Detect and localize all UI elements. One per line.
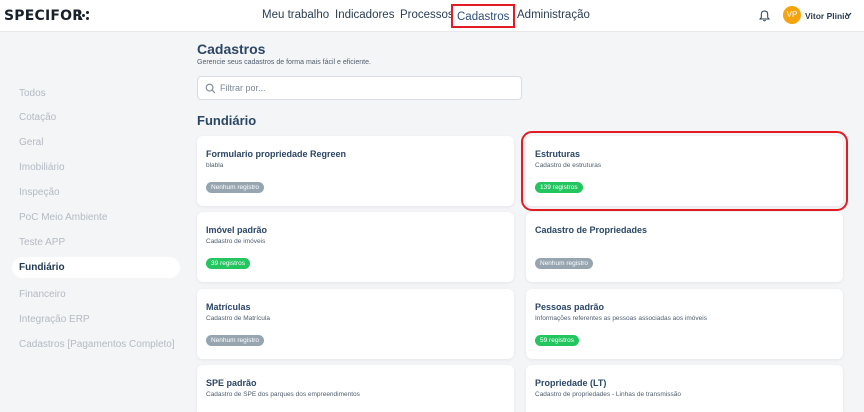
sidebar-item-financeiro[interactable]: Financeiro bbox=[12, 284, 180, 305]
card-propriedade-lt[interactable]: Propriedade (LT) Cadastro de propriedade… bbox=[526, 365, 843, 412]
card-description: blabla bbox=[206, 162, 224, 169]
sidebar-item-teste-app[interactable]: Teste APP bbox=[12, 232, 180, 253]
status-badge: Nenhum registro bbox=[206, 335, 265, 346]
card-title: Matrículas bbox=[206, 302, 251, 312]
card-pessoas-padrao[interactable]: Pessoas padrão Informações referentes as… bbox=[526, 289, 843, 359]
card-title: Propriedade (LT) bbox=[535, 378, 607, 388]
status-badge: Nenhum registro bbox=[206, 182, 265, 193]
nav-item-processos[interactable]: Processos bbox=[400, 9, 454, 21]
search-input[interactable] bbox=[220, 80, 510, 96]
card-description: Cadastro de Matrícula bbox=[206, 315, 270, 322]
status-badge: 59 registros bbox=[535, 335, 579, 346]
sidebar-item-imobiliario[interactable]: Imobiliário bbox=[12, 157, 180, 178]
logo-mark-icon bbox=[78, 11, 90, 20]
card-description: Cadastro de imóveis bbox=[206, 238, 266, 245]
card-description: Cadastro de propriedades - Linhas de tra… bbox=[535, 391, 681, 398]
card-matriculas[interactable]: Matrículas Cadastro de Matrícula Nenhum … bbox=[197, 289, 514, 359]
nav-item-indicadores[interactable]: Indicadores bbox=[335, 9, 394, 21]
card-description: Cadastro de estruturas bbox=[535, 162, 602, 169]
nav-item-meu-trabalho[interactable]: Meu trabalho bbox=[262, 9, 329, 21]
page-subtitle: Gerencie seus cadastros de forma mais fá… bbox=[197, 59, 371, 66]
user-name[interactable]: Vitor Plinio bbox=[805, 11, 850, 21]
status-badge: 139 registros bbox=[535, 182, 583, 193]
section-title: Fundiário bbox=[197, 113, 257, 128]
logo[interactable]: SPECIFOR bbox=[4, 8, 83, 24]
top-bar: SPECIFOR Meu trabalho Indicadores Proces… bbox=[0, 0, 864, 32]
page-title: Cadastros bbox=[197, 41, 266, 57]
avatar[interactable]: VP bbox=[783, 6, 801, 24]
status-badge: 39 registros bbox=[206, 258, 250, 269]
search-box[interactable] bbox=[197, 76, 522, 100]
nav-item-administracao[interactable]: Administração bbox=[517, 9, 590, 21]
search-icon bbox=[205, 83, 216, 94]
card-title: Pessoas padrão bbox=[535, 302, 605, 312]
card-title: Formulario propriedade Regreen bbox=[206, 149, 347, 159]
card-imovel-padrao[interactable]: Imóvel padrão Cadastro de imóveis 39 reg… bbox=[197, 212, 514, 282]
sidebar-item-todos[interactable]: Todos bbox=[12, 83, 180, 104]
sidebar-item-cadastros-pagamentos[interactable]: Cadastros [Pagamentos Completo] bbox=[12, 334, 180, 355]
sidebar-item-geral[interactable]: Geral bbox=[12, 132, 180, 153]
card-estruturas[interactable]: Estruturas Cadastro de estruturas 139 re… bbox=[521, 131, 848, 211]
status-badge: Nenhum registro bbox=[535, 258, 594, 269]
card-formulario-propriedade-regreen[interactable]: Formulario propriedade Regreen blabla Ne… bbox=[197, 136, 514, 206]
card-spe-padrao[interactable]: SPE padrão Cadastro de SPE dos parques d… bbox=[197, 365, 514, 412]
sidebar-item-poc-meio-ambiente[interactable]: PoC Meio Ambiente bbox=[12, 207, 180, 228]
card-description: Cadastro de SPE dos parques dos empreend… bbox=[206, 391, 360, 398]
sidebar-item-inspecao[interactable]: Inspeção bbox=[12, 182, 180, 203]
card-description: Informações referentes as pessoas associ… bbox=[535, 315, 707, 322]
card-cadastro-de-propriedades[interactable]: Cadastro de Propriedades Nenhum registro bbox=[526, 212, 843, 282]
sidebar-item-integracao-erp[interactable]: Integração ERP bbox=[12, 309, 180, 330]
card-title: Imóvel padrão bbox=[206, 225, 268, 235]
chevron-down-icon[interactable] bbox=[845, 11, 852, 18]
sidebar-item-fundiario[interactable]: Fundiário bbox=[12, 257, 180, 278]
card-title: Estruturas bbox=[535, 149, 581, 159]
sidebar-item-cotacao[interactable]: Cotação bbox=[12, 107, 180, 128]
card-title: SPE padrão bbox=[206, 378, 257, 388]
bell-icon[interactable] bbox=[759, 10, 770, 22]
card-title: Cadastro de Propriedades bbox=[535, 225, 648, 235]
nav-item-cadastros[interactable]: Cadastros bbox=[451, 4, 516, 28]
